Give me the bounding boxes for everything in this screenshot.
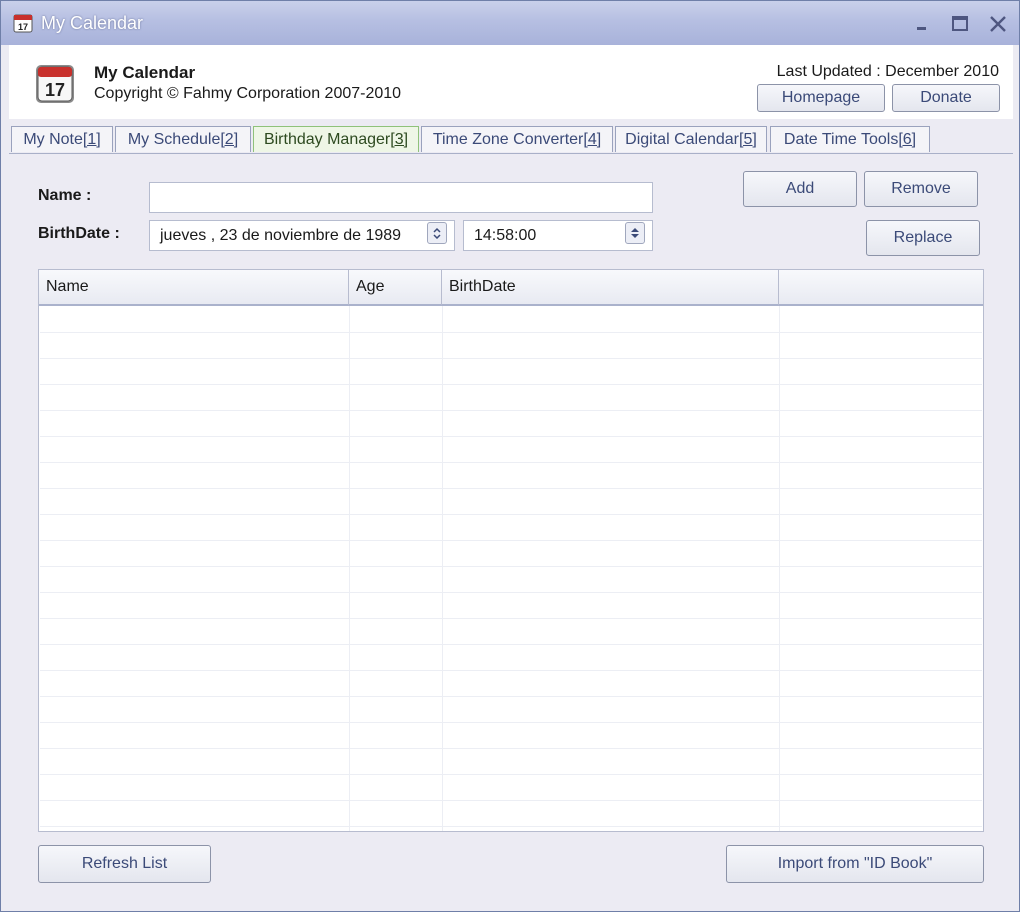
empty-row — [40, 800, 982, 827]
empty-row — [40, 670, 982, 697]
empty-row — [40, 358, 982, 385]
empty-row — [40, 592, 982, 619]
calendar-app-icon: 17 — [13, 14, 33, 33]
tab-label: Time Zone Converter — [432, 130, 584, 148]
empty-row — [40, 514, 982, 541]
empty-row — [40, 462, 982, 489]
close-icon[interactable] — [983, 9, 1013, 39]
tab-date-time-tools[interactable]: Date Time Tools [6] — [770, 126, 930, 152]
empty-row — [40, 722, 982, 749]
column-separator — [442, 306, 443, 831]
app-name: My Calendar — [94, 63, 196, 82]
homepage-button[interactable]: Homepage — [757, 84, 885, 112]
tab-strip: My Note [1] My Schedule [2] Birthday Man… — [9, 125, 1013, 154]
column-header-filler — [779, 270, 983, 306]
time-spinner-icon[interactable] — [625, 222, 645, 244]
empty-row — [40, 566, 982, 593]
import-id-book-button[interactable]: Import from "ID Book" — [726, 845, 984, 883]
tab-label: Birthday Manager — [263, 130, 391, 148]
tab-label: Date Time Tools — [783, 130, 899, 148]
tab-key: [6] — [898, 130, 917, 148]
name-input[interactable] — [149, 182, 653, 213]
refresh-list-button[interactable]: Refresh List — [38, 845, 211, 883]
column-separator — [779, 306, 780, 831]
tab-label: Digital Calendar — [625, 130, 740, 148]
tab-key: [4] — [583, 130, 602, 148]
empty-row — [40, 644, 982, 671]
tab-key: [2] — [220, 130, 239, 148]
calendar-logo-icon: 17 — [36, 65, 74, 103]
svg-text:17: 17 — [45, 80, 65, 100]
column-separator — [349, 306, 350, 831]
date-spinner-icon[interactable] — [427, 222, 447, 244]
last-updated-text: Last Updated : December 2010 — [776, 63, 999, 80]
empty-row — [40, 436, 982, 463]
tab-key: [5] — [739, 130, 757, 148]
tab-time-zone-converter[interactable]: Time Zone Converter [4] — [421, 126, 613, 152]
title-bar[interactable]: 17 My Calendar — [1, 1, 1019, 45]
tab-digital-calendar[interactable]: Digital Calendar [5] — [615, 126, 767, 152]
copyright-text: Copyright © Fahmy Corporation 2007-2010 — [94, 85, 402, 102]
tab-label: My Schedule — [127, 130, 221, 148]
time-value: 14:58:00 — [474, 226, 537, 244]
empty-row — [40, 748, 982, 775]
maximize-icon[interactable] — [945, 9, 975, 39]
empty-row — [40, 410, 982, 437]
birthdate-label: BirthDate : — [38, 225, 120, 242]
tab-key: [1] — [82, 130, 101, 148]
name-label: Name : — [38, 187, 92, 204]
empty-row — [40, 488, 982, 515]
column-header-birthdate[interactable]: BirthDate — [442, 270, 779, 306]
minimize-icon[interactable] — [907, 9, 937, 39]
empty-row — [40, 540, 982, 567]
empty-row — [40, 306, 982, 333]
tab-my-schedule[interactable]: My Schedule [2] — [115, 126, 251, 152]
column-header-name[interactable]: Name — [39, 270, 349, 306]
replace-button[interactable]: Replace — [866, 220, 980, 256]
main-window: 17 My Calendar 17 My Calendar Copyright … — [0, 0, 1020, 912]
remove-button[interactable]: Remove — [864, 171, 978, 207]
birthday-list[interactable]: Name Age BirthDate — [38, 269, 984, 832]
tab-key: [3] — [390, 130, 409, 148]
empty-row — [40, 826, 982, 831]
empty-row — [40, 774, 982, 801]
birthdate-value: jueves , 23 de noviembre de 1989 — [160, 226, 402, 244]
window-title: My Calendar — [41, 13, 144, 33]
empty-row — [40, 332, 982, 359]
donate-button[interactable]: Donate — [892, 84, 1000, 112]
tab-birthday-manager[interactable]: Birthday Manager [3] — [253, 126, 419, 152]
column-header-age[interactable]: Age — [349, 270, 442, 306]
tab-my-note[interactable]: My Note [1] — [11, 126, 113, 152]
tab-label: My Note — [23, 130, 83, 148]
empty-row — [40, 384, 982, 411]
svg-text:17: 17 — [18, 22, 28, 32]
add-button[interactable]: Add — [743, 171, 857, 207]
empty-row — [40, 696, 982, 723]
birthdate-picker[interactable]: jueves , 23 de noviembre de 1989 — [149, 220, 455, 251]
empty-row — [40, 618, 982, 645]
